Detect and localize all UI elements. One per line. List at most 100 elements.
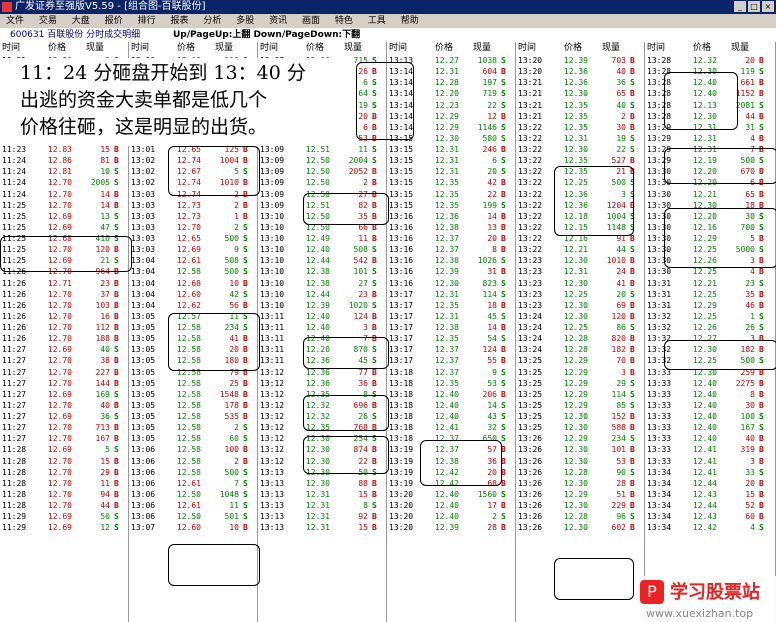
table-row[interactable]: 13:25 12.29 3 B (516, 367, 644, 378)
table-row[interactable]: 13:32 12.25 1 S (645, 311, 775, 322)
table-row[interactable]: 13:05 12.58 234 S (129, 322, 257, 333)
table-row[interactable]: 11:27 12.70 713 B (0, 422, 128, 433)
table-row[interactable]: 13:10 12.38 101 S (258, 266, 386, 277)
table-row[interactable]: 11:26 12.70 103 B (0, 300, 128, 311)
table-row[interactable]: 13:03 12.74 2 B (129, 189, 257, 200)
table-row[interactable]: 13:30 12.26 3 B (645, 255, 775, 266)
table-row[interactable]: 13:12 12.36 77 B (258, 367, 386, 378)
table-row[interactable]: 13:26 12.30 53 B (516, 456, 644, 467)
table-row[interactable]: 11:28 12.70 11 B (0, 478, 128, 489)
table-row[interactable]: 13:21 12.35 2 B (516, 111, 644, 122)
table-row[interactable]: 13:18 12.37 650 S (387, 433, 515, 444)
table-row[interactable]: 13:06 12.50 501 S (129, 511, 257, 522)
table-row[interactable]: 13:22 12.30 22 S (516, 144, 644, 155)
table-row[interactable]: 13:23 12.25 20 S (516, 289, 644, 300)
table-row[interactable]: 13:21 12.35 40 S (516, 100, 644, 111)
table-row[interactable]: 13:33 12.40 8 B (645, 389, 775, 400)
table-row[interactable]: 13:11 12.40 7 B (258, 333, 386, 344)
table-row[interactable]: 13:33 12.40 40 B (645, 433, 775, 444)
table-row[interactable]: 13:16 12.38 1026 S (387, 255, 515, 266)
table-row[interactable]: 13:12 12.35 8 S (258, 389, 386, 400)
table-row[interactable]: 13:04 12.58 500 S (129, 266, 257, 277)
table-row[interactable]: 13:12 12.36 36 B (258, 378, 386, 389)
table-row[interactable]: 13:05 12.58 180 B (129, 355, 257, 366)
table-row[interactable]: 13:23 12.30 69 B (516, 300, 644, 311)
table-row[interactable]: 13:12 12.30 874 B (258, 444, 386, 455)
table-row[interactable]: 13:23 12.30 1010 B (516, 255, 644, 266)
table-row[interactable]: 13:05 12.58 79 B (129, 367, 257, 378)
table-row[interactable]: 13:11 12.20 870 S (258, 344, 386, 355)
table-row[interactable]: 13:19 12.38 36 B (387, 456, 515, 467)
table-row[interactable]: 13:13 12.31 15 B (258, 522, 386, 533)
table-row[interactable]: 13:14 12.20 719 S (387, 88, 515, 99)
menu-multi-stock[interactable]: 多股 (230, 14, 260, 28)
table-row[interactable]: 13:26 12.29 234 S (516, 433, 644, 444)
table-row[interactable]: 13:16 12.37 20 B (387, 233, 515, 244)
table-row[interactable]: 13:23 12.30 41 B (516, 278, 644, 289)
table-row[interactable]: 11:27 12.69 36 S (0, 411, 128, 422)
table-row[interactable]: 13:28 12.40 661 B (645, 77, 775, 88)
table-row[interactable]: 13:04 12.60 42 S (129, 289, 257, 300)
table-row[interactable]: 13:10 12.44 23 B (258, 289, 386, 300)
table-row[interactable]: 13:15 12.30 580 S (387, 133, 515, 144)
table-row[interactable]: 13:15 12.31 6 S (387, 155, 515, 166)
table-row[interactable]: 13:04 12.62 56 B (129, 300, 257, 311)
table-row[interactable]: 13:06 12.61 11 S (129, 500, 257, 511)
table-row[interactable]: 11:25 12.69 47 S (0, 222, 128, 233)
menu-help[interactable]: 帮助 (395, 14, 425, 28)
table-row[interactable]: 11:29 12.69 50 S (0, 511, 128, 522)
table-row[interactable]: 13:26 12.30 101 B (516, 444, 644, 455)
table-row[interactable]: 13:20 12.39 28 B (387, 522, 515, 533)
table-row[interactable]: 13:31 12.25 35 B (645, 289, 775, 300)
table-row[interactable]: 13:25 12.30 152 B (516, 411, 644, 422)
table-row[interactable]: 11:24 12.81 10 S (0, 166, 128, 177)
table-row[interactable]: 13:34 12.44 20 B (645, 478, 775, 489)
table-row[interactable]: 13:20 12.40 2 S (387, 511, 515, 522)
table-row[interactable]: 13:18 12.41 32 S (387, 422, 515, 433)
table-row[interactable]: 13:12 12.30 22 B (258, 456, 386, 467)
table-row[interactable]: 13:12 12.35 768 B (258, 422, 386, 433)
table-row[interactable]: 13:19 12.37 57 B (387, 444, 515, 455)
table-row[interactable]: 13:30 12.29 5 B (645, 233, 775, 244)
table-row[interactable]: 13:09 12.50 27 B (258, 189, 386, 200)
table-row[interactable]: 13:06 12.61 7 S (129, 478, 257, 489)
table-row[interactable]: 13:02 12.74 1010 B (129, 177, 257, 188)
table-row[interactable]: 11:25 12.69 13 S (0, 211, 128, 222)
table-row[interactable]: 11:28 12.70 44 B (0, 500, 128, 511)
table-row[interactable]: 13:21 12.30 65 B (516, 88, 644, 99)
table-row[interactable]: 13:22 12.36 1204 B (516, 200, 644, 211)
table-row[interactable]: 11:27 12.70 40 B (0, 400, 128, 411)
table-row[interactable]: 13:18 12.40 206 B (387, 389, 515, 400)
table-row[interactable]: 13:30 12.25 5000 S (645, 244, 775, 255)
table-row[interactable]: 13:19 12.42 20 B (387, 467, 515, 478)
table-row[interactable]: 13:22 12.35 527 B (516, 155, 644, 166)
table-row[interactable]: 11:25 12.70 120 B (0, 244, 128, 255)
table-row[interactable]: 13:30 12.16 700 S (645, 222, 775, 233)
table-row[interactable]: 13:26 12.29 51 B (516, 489, 644, 500)
table-row[interactable]: 13:23 12.31 24 B (516, 266, 644, 277)
menu-view[interactable]: 画面 (296, 14, 326, 28)
table-row[interactable]: 13:20 12.36 40 B (516, 66, 644, 77)
table-row[interactable]: 11:26 12.70 112 B (0, 322, 128, 333)
table-row[interactable]: 13:16 12.37 8 B (387, 244, 515, 255)
table-row[interactable]: 13:34 12.42 4 S (645, 522, 775, 533)
table-row[interactable]: 13:16 12.38 13 B (387, 222, 515, 233)
table-row[interactable]: 13:32 12.30 182 B (645, 344, 775, 355)
table-row[interactable]: 11:24 12.70 2005 S (0, 177, 128, 188)
table-row[interactable]: 13:30 12.20 670 B (645, 166, 775, 177)
table-row[interactable]: 11:27 12.70 38 B (0, 355, 128, 366)
table-row[interactable]: 13:22 12.15 1148 S (516, 222, 644, 233)
table-row[interactable]: 13:24 12.28 182 B (516, 344, 644, 355)
table-row[interactable]: 13:15 12.31 20 S (387, 166, 515, 177)
table-row[interactable]: 11:27 12.70 167 B (0, 433, 128, 444)
table-row[interactable]: 13:22 12.21 44 S (516, 244, 644, 255)
table-row[interactable]: 13:11 12.40 124 B (258, 311, 386, 322)
table-row[interactable]: 11:26 12.70 188 B (0, 333, 128, 344)
table-row[interactable]: 13:13 12.30 50 S (258, 467, 386, 478)
menu-file[interactable]: 文件 (0, 14, 30, 28)
table-row[interactable]: 13:17 12.35 18 B (387, 300, 515, 311)
table-row[interactable]: 13:09 12.50 2052 B (258, 166, 386, 177)
table-row[interactable]: 11:25 12.70 14 B (0, 200, 128, 211)
table-row[interactable]: 11:25 12.69 21 S (0, 255, 128, 266)
table-row[interactable]: 13:22 12.16 91 B (516, 233, 644, 244)
